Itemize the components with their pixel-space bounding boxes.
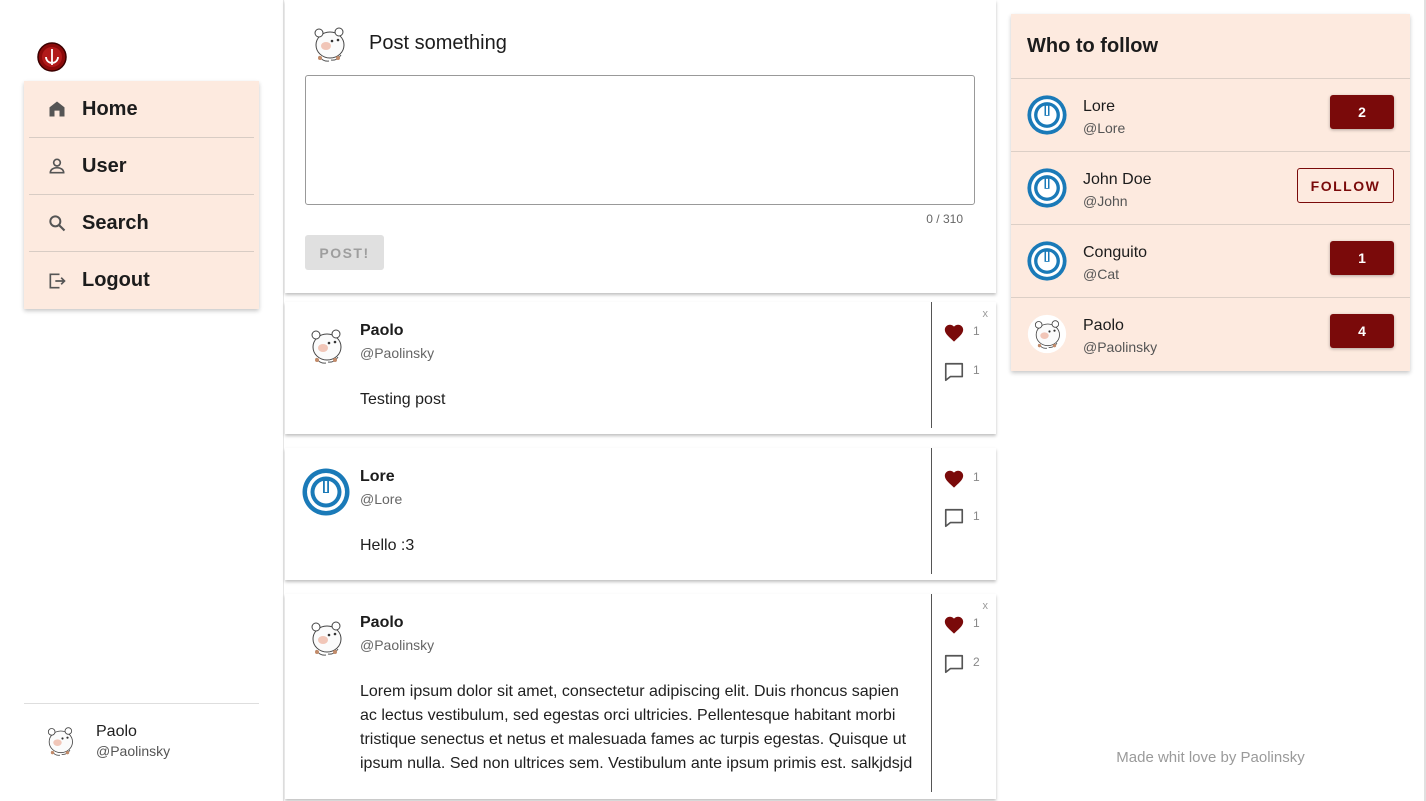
current-user-card[interactable]: Paolo @Paolinsky — [24, 703, 259, 778]
current-user-handle: @Paolinsky — [96, 743, 171, 759]
nav-item-search[interactable]: Search — [29, 195, 254, 252]
post-author-name[interactable]: Lore — [360, 468, 395, 486]
suggestion-handle: @Cat — [1083, 266, 1119, 282]
follow-count-button[interactable]: 4 — [1330, 314, 1394, 348]
post-author-handle: @Paolinsky — [360, 637, 435, 653]
main-nav: Home User Search Logout — [24, 81, 259, 309]
character-counter: 0 / 310 — [926, 212, 963, 226]
avatar[interactable] — [1027, 241, 1067, 281]
suggestion-handle: @Paolinsky — [1083, 339, 1158, 355]
post-divider — [931, 594, 932, 792]
post-author-handle: @Paolinsky — [360, 345, 435, 361]
comment-button[interactable]: 1 — [943, 507, 980, 529]
avatar[interactable] — [1027, 314, 1067, 354]
like-count: 1 — [973, 470, 980, 484]
avatar[interactable] — [302, 614, 350, 662]
suggestion-name[interactable]: Conguito — [1083, 244, 1147, 262]
comment-count: 1 — [973, 509, 980, 523]
compose-title: Post something — [369, 32, 507, 54]
nav-item-user[interactable]: User — [29, 138, 254, 195]
nav-item-home[interactable]: Home — [29, 81, 254, 138]
avatar[interactable] — [1027, 168, 1067, 208]
post-divider — [931, 302, 932, 428]
suggestion-name[interactable]: Paolo — [1083, 317, 1124, 335]
comment-button[interactable]: 2 — [943, 653, 980, 675]
heart-icon — [943, 322, 965, 344]
avatar — [40, 721, 80, 761]
post-body: Lorem ipsum dolor sit amet, consectetur … — [360, 683, 913, 772]
person-icon — [46, 155, 68, 177]
follow-count-button[interactable]: 1 — [1330, 241, 1394, 275]
logout-icon — [46, 270, 68, 292]
current-user-name: Paolo — [96, 723, 137, 740]
heart-icon — [943, 614, 965, 636]
post-textarea[interactable] — [305, 75, 975, 205]
heart-icon — [943, 468, 965, 490]
delete-post-button[interactable]: x — [983, 308, 989, 320]
like-count: 1 — [973, 616, 980, 630]
follow-button[interactable]: FOLLOW — [1297, 168, 1394, 203]
panel-header: Who to follow — [1011, 14, 1410, 79]
suggestion-name[interactable]: John Doe — [1083, 171, 1152, 189]
post-author-name[interactable]: Paolo — [360, 614, 404, 632]
follow-suggestion: Conguito @Cat 1 — [1011, 225, 1410, 298]
post-card: Paolo @Paolinsky Testing post x 1 1 — [285, 302, 996, 434]
avatar[interactable] — [302, 468, 350, 516]
follow-suggestion: Lore @Lore 2 — [1011, 79, 1410, 152]
follow-count-button[interactable]: 2 — [1330, 95, 1394, 129]
compose-card: Post something 0 / 310 POST! — [285, 0, 996, 293]
nav-label: Search — [82, 211, 149, 234]
post-body: Testing post — [360, 391, 446, 408]
comment-button[interactable]: 1 — [943, 361, 980, 383]
app-logo[interactable] — [37, 42, 67, 72]
follow-suggestion: Paolo @Paolinsky 4 — [1011, 298, 1410, 371]
nav-label: Logout — [82, 269, 150, 291]
footer-credit: Made whit love by Paolinsky — [1116, 749, 1305, 766]
post-button[interactable]: POST! — [305, 235, 384, 270]
avatar — [305, 20, 353, 68]
nav-label: Home — [82, 97, 138, 120]
post-author-name[interactable]: Paolo — [360, 322, 404, 340]
comment-count: 2 — [973, 655, 980, 669]
search-icon — [46, 212, 68, 234]
post-card: Lore @Lore Hello :3 1 1 — [285, 448, 996, 580]
post-card: Paolo @Paolinsky Lorem ipsum dolor sit a… — [285, 594, 996, 799]
follow-suggestion: John Doe @John FOLLOW — [1011, 152, 1410, 225]
like-button[interactable]: 1 — [943, 322, 980, 344]
suggestion-handle: @Lore — [1083, 120, 1126, 136]
post-divider — [931, 448, 932, 574]
avatar[interactable] — [1027, 95, 1067, 135]
like-count: 1 — [973, 324, 980, 338]
post-body: Hello :3 — [360, 537, 415, 554]
suggestion-name[interactable]: Lore — [1083, 98, 1115, 116]
delete-post-button[interactable]: x — [983, 600, 989, 612]
who-to-follow-panel: Who to follow Lore @Lore 2 John Doe @Joh… — [1011, 14, 1410, 371]
avatar[interactable] — [302, 322, 350, 370]
nav-label: User — [82, 154, 127, 177]
panel-title: Who to follow — [1027, 34, 1159, 57]
comment-icon — [943, 361, 965, 383]
divider — [283, 0, 284, 801]
comment-icon — [943, 507, 965, 529]
like-button[interactable]: 1 — [943, 468, 980, 490]
post-author-handle: @Lore — [360, 491, 403, 507]
comment-count: 1 — [973, 363, 980, 377]
left-sidebar: Home User Search Logout Paolo @Paolinsky — [0, 0, 284, 801]
home-icon — [46, 98, 68, 120]
suggestion-handle: @John — [1083, 193, 1128, 209]
nav-item-logout[interactable]: Logout — [29, 252, 254, 309]
like-button[interactable]: 1 — [943, 614, 980, 636]
comment-icon — [943, 653, 965, 675]
